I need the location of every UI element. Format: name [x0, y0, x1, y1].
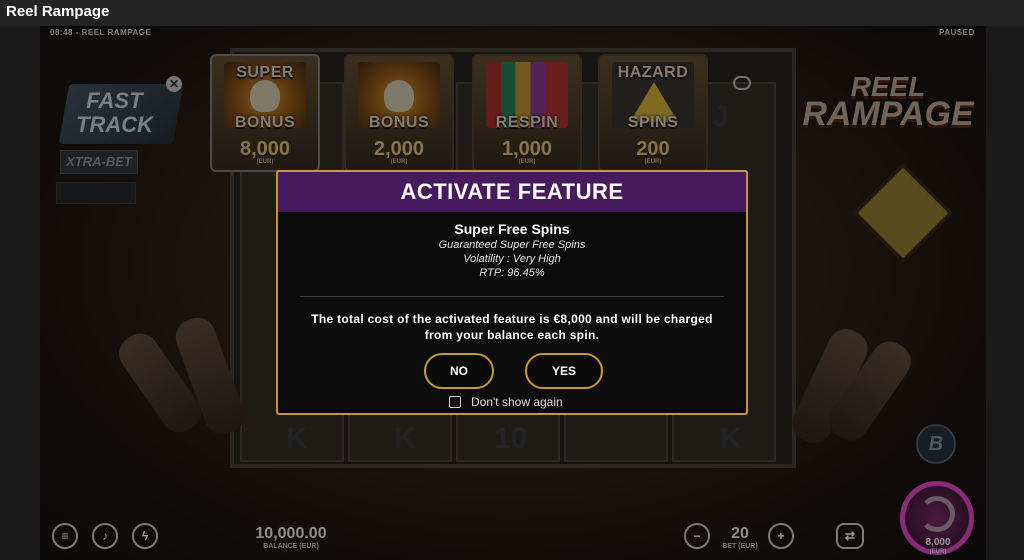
yes-button[interactable]: YES [525, 353, 603, 389]
spin-icon [919, 496, 955, 532]
bet-value: 20 [731, 525, 749, 542]
bet-label: BET (EUR) [722, 543, 758, 550]
menu-icon[interactable]: ≡ [52, 523, 78, 549]
balance-value: 10,000.00 [255, 525, 327, 542]
total-cost-value: 8,000 [925, 537, 951, 548]
window-title-bar: Reel Rampage [0, 0, 1024, 26]
bet-decrease-button[interactable]: − [684, 523, 710, 549]
dialog-divider [300, 296, 724, 297]
sound-icon[interactable]: ♪ [92, 523, 118, 549]
no-button[interactable]: NO [424, 353, 494, 389]
right-letterbox [986, 26, 1024, 560]
cost-message: The total cost of the activated feature … [311, 312, 713, 342]
window-title: Reel Rampage [6, 3, 110, 20]
total-cost-label: (EUR) [929, 549, 947, 555]
dont-show-again-checkbox[interactable] [449, 396, 461, 408]
feature-name: Super Free Spins [454, 221, 570, 237]
left-letterbox [0, 26, 40, 560]
lightning-icon[interactable]: ϟ [132, 523, 158, 549]
autoplay-icon[interactable]: ⇄ [836, 523, 864, 549]
feature-subtitle: Guaranteed Super Free Spins [438, 239, 586, 251]
bet-increase-button[interactable]: + [768, 523, 794, 549]
feature-rtp: RTP: 96.45% [479, 267, 545, 279]
dont-show-again-label[interactable]: Don't show again [471, 395, 563, 409]
dialog-title: ACTIVATE FEATURE [278, 172, 746, 212]
feature-volatility: Volatility : Very High [463, 253, 561, 265]
activate-feature-dialog: ACTIVATE FEATURE Super Free Spins Guaran… [276, 170, 748, 415]
balance-label: BALANCE (EUR) [263, 543, 319, 550]
